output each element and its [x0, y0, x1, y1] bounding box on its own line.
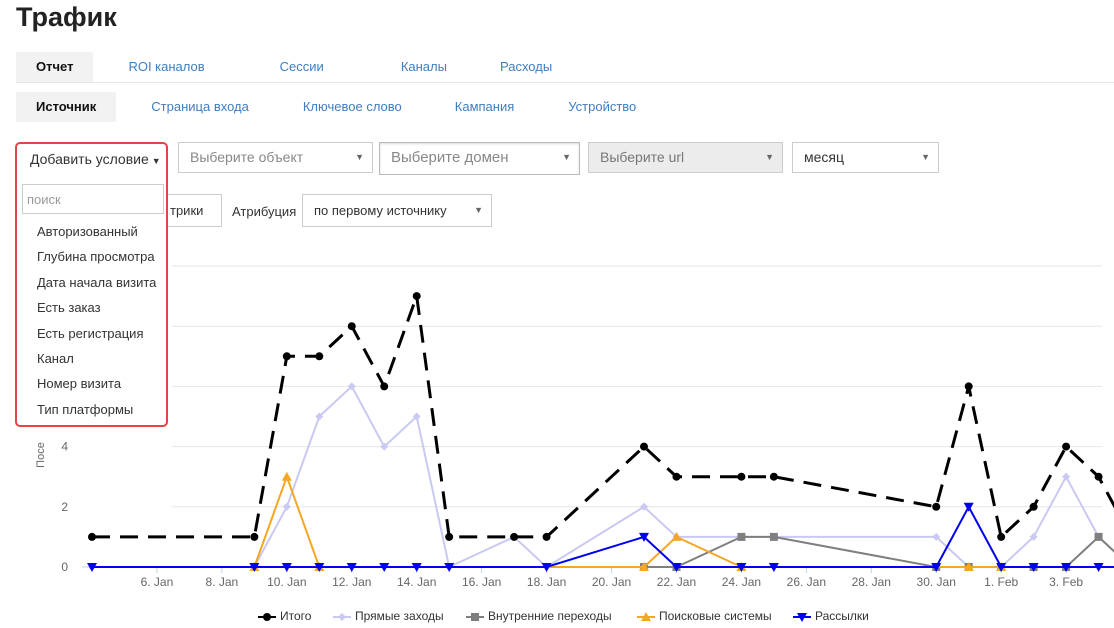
- condition-menu: Авторизованный Глубина просмотра Дата на…: [37, 222, 156, 425]
- x-tick-label: 20. Jan: [592, 575, 631, 589]
- data-point-itogo: [769, 472, 778, 481]
- data-point-itogo: [964, 382, 973, 391]
- legend-symbol-internal: [466, 612, 484, 621]
- legend-label: Поисковые системы: [659, 609, 772, 623]
- menu-item-authorized[interactable]: Авторизованный: [37, 222, 156, 247]
- x-tick-label: 18. Jan: [527, 575, 566, 589]
- add-condition-button[interactable]: Добавить условие ▼: [30, 151, 161, 167]
- data-point-itogo: [672, 472, 681, 481]
- menu-item-view-depth[interactable]: Глубина просмотра: [37, 247, 156, 272]
- data-point-itogo: [542, 532, 551, 541]
- data-point-itogo: [88, 532, 96, 541]
- x-tick-label: 30. Jan: [917, 575, 956, 589]
- x-tick-label: 10. Jan: [267, 575, 306, 589]
- data-point-direct: [1062, 472, 1071, 481]
- menu-item-has-registration[interactable]: Есть регистрация: [37, 324, 156, 349]
- legend-symbol-itogo: [258, 612, 276, 621]
- y-axis-label: Посе: [35, 442, 47, 468]
- data-point-itogo: [412, 292, 421, 301]
- series-line-search: [253, 473, 1002, 568]
- data-point-itogo: [445, 532, 454, 541]
- data-point-itogo: [380, 382, 389, 391]
- data-point-itogo: [347, 322, 356, 331]
- data-point-itogo: [1062, 442, 1071, 451]
- legend-item-itogo[interactable]: Итого: [258, 609, 311, 623]
- y-tick-label: 0: [61, 560, 68, 574]
- add-condition-label: Добавить условие: [30, 151, 149, 167]
- legend-symbol-mail: [793, 612, 811, 622]
- caret-down-icon: ▼: [151, 156, 161, 166]
- data-point-itogo: [1029, 502, 1038, 511]
- data-point-itogo: [510, 532, 519, 541]
- data-point-itogo: [932, 502, 941, 511]
- menu-item-platform-type[interactable]: Тип платформы: [37, 400, 156, 425]
- condition-search-input[interactable]: [22, 184, 164, 214]
- data-point-itogo: [315, 352, 324, 361]
- menu-item-visit-start-date[interactable]: Дата начала визита: [37, 273, 156, 298]
- menu-item-visit-number[interactable]: Номер визита: [37, 374, 156, 399]
- data-point-search: [281, 471, 292, 481]
- data-point-itogo: [1094, 472, 1103, 481]
- menu-item-has-order[interactable]: Есть заказ: [37, 298, 156, 323]
- legend-label: Внутренние переходы: [488, 609, 612, 623]
- y-tick-label: 2: [61, 500, 68, 514]
- x-tick-label: 6. Jan: [141, 575, 174, 589]
- data-point-itogo: [997, 532, 1006, 541]
- legend-label: Рассылки: [815, 609, 869, 623]
- x-tick-label: 14. Jan: [397, 575, 436, 589]
- x-tick-label: 24. Jan: [722, 575, 761, 589]
- data-point-itogo: [737, 472, 746, 481]
- data-point-direct: [282, 502, 291, 511]
- x-tick-label: 28. Jan: [852, 575, 891, 589]
- data-point-internal: [1094, 532, 1103, 541]
- chart-legend: Итого Прямые заходы Внутренние переходы Пои…: [0, 609, 1114, 625]
- add-condition-dropdown: Добавить условие▼ Авторизованный Глубина…: [15, 142, 168, 427]
- legend-item-direct[interactable]: Прямые заходы: [333, 609, 444, 623]
- legend-item-mail[interactable]: Рассылки: [793, 609, 869, 623]
- legend-item-internal[interactable]: Внутренние переходы: [466, 609, 612, 623]
- data-point-itogo: [282, 352, 291, 361]
- x-tick-label: 16. Jan: [462, 575, 501, 589]
- legend-symbol-search: [637, 611, 655, 621]
- data-point-itogo: [250, 532, 259, 541]
- x-tick-label: 12. Jan: [332, 575, 371, 589]
- x-tick-label: 8. Jan: [206, 575, 239, 589]
- data-point-internal: [769, 532, 778, 541]
- y-tick-label: 4: [61, 440, 68, 454]
- menu-item-channel[interactable]: Канал: [37, 349, 156, 374]
- data-point-internal: [737, 532, 746, 541]
- x-tick-label: 22. Jan: [657, 575, 696, 589]
- series-line-itogo: [92, 295, 1114, 540]
- legend-symbol-direct: [333, 612, 351, 621]
- x-tick-label: 1. Feb: [984, 575, 1018, 589]
- legend-label: Прямые заходы: [355, 609, 444, 623]
- x-tick-label: 3. Feb: [1049, 575, 1083, 589]
- series-line-internal: [643, 535, 1114, 568]
- data-point-itogo: [639, 442, 648, 451]
- x-tick-label: 26. Jan: [787, 575, 826, 589]
- legend-item-search[interactable]: Поисковые системы: [637, 609, 772, 623]
- legend-label: Итого: [280, 609, 312, 623]
